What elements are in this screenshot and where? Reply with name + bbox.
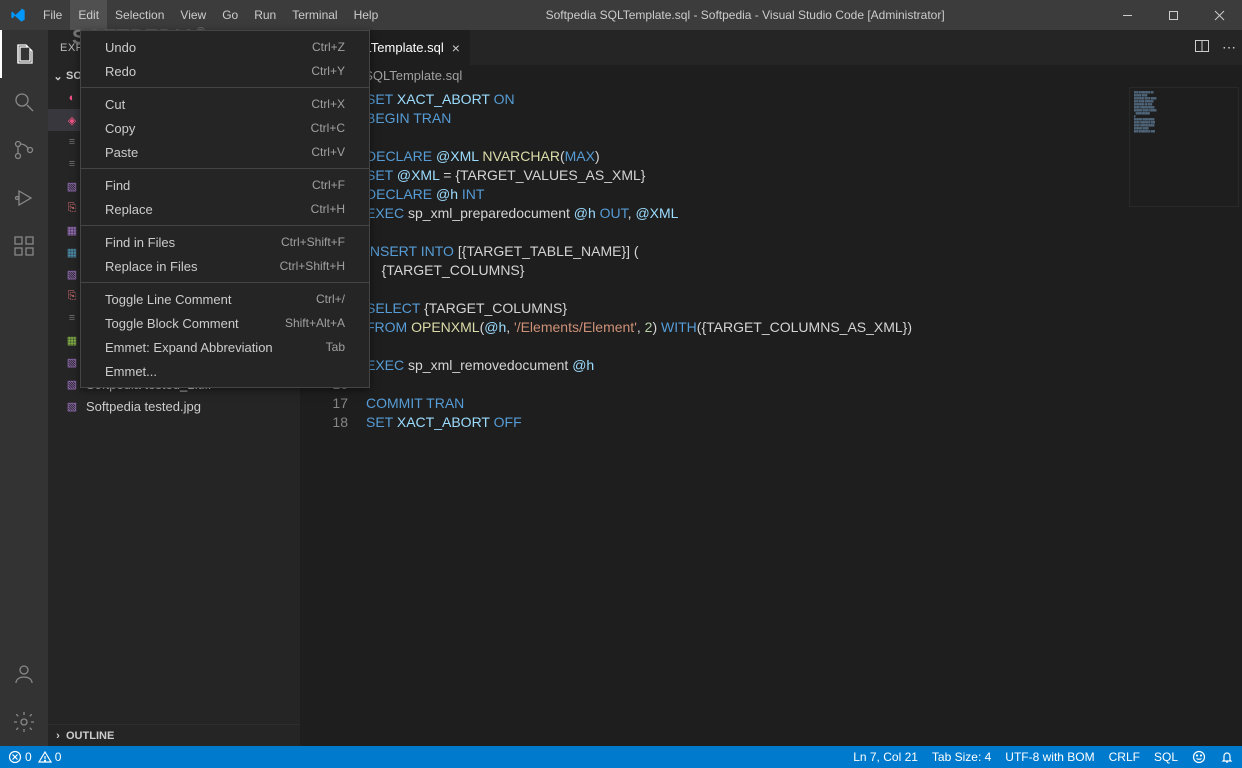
menu-bar: FileEditSelectionViewGoRunTerminalHelp bbox=[35, 0, 386, 30]
minimize-button[interactable] bbox=[1104, 0, 1150, 30]
code-content[interactable]: SET XACT_ABORT ONBEGIN TRAN DECLARE @XML… bbox=[366, 87, 1242, 746]
accounts-icon[interactable] bbox=[0, 650, 48, 698]
tabs-bar: ◈ ia SQLTemplate.sql × ⋯ bbox=[300, 30, 1242, 65]
menu-separator bbox=[81, 87, 369, 88]
menu-item-replace-in-files[interactable]: Replace in FilesCtrl+Shift+H bbox=[81, 254, 369, 278]
edit-menu: UndoCtrl+ZRedoCtrl+Y CutCtrl+XCopyCtrl+CP… bbox=[80, 30, 370, 388]
file-icon: ◈ bbox=[64, 112, 80, 128]
status-warnings[interactable]: 0 bbox=[38, 750, 62, 764]
maximize-button[interactable] bbox=[1150, 0, 1196, 30]
tab-actions: ⋯ bbox=[1194, 30, 1242, 65]
file-icon: ≡ bbox=[64, 310, 80, 326]
menu-item-paste[interactable]: PasteCtrl+V bbox=[81, 140, 369, 164]
tab-close-icon[interactable]: × bbox=[452, 41, 460, 55]
file-item[interactable]: ▧ Softpedia tested.jpg bbox=[48, 395, 300, 417]
status-tab-size[interactable]: Tab Size: 4 bbox=[932, 750, 991, 764]
menu-item-help[interactable]: Help bbox=[346, 0, 387, 30]
window-controls bbox=[1104, 0, 1242, 30]
chevron-down-icon: ⌄ bbox=[50, 70, 66, 83]
editor-more-icon[interactable]: ⋯ bbox=[1222, 39, 1236, 56]
file-icon: ▧ bbox=[64, 178, 80, 194]
menu-item-terminal[interactable]: Terminal bbox=[284, 0, 345, 30]
menu-item-emmet-[interactable]: Emmet... bbox=[81, 359, 369, 383]
status-ln-col[interactable]: Ln 7, Col 21 bbox=[853, 750, 918, 764]
menu-item-replace[interactable]: ReplaceCtrl+H bbox=[81, 197, 369, 221]
menu-item-go[interactable]: Go bbox=[214, 0, 246, 30]
menu-item-file[interactable]: File bbox=[35, 0, 70, 30]
file-icon: ▦ bbox=[64, 222, 80, 238]
menu-separator bbox=[81, 168, 369, 169]
status-encoding[interactable]: UTF-8 with BOM bbox=[1005, 750, 1094, 764]
code-editor[interactable]: 123456789101112131415161718 SET XACT_ABO… bbox=[300, 87, 1242, 746]
vscode-logo-icon bbox=[0, 7, 35, 23]
menu-item-redo[interactable]: RedoCtrl+Y bbox=[81, 59, 369, 83]
file-icon: ▧ bbox=[64, 266, 80, 282]
file-icon: ▦ bbox=[64, 244, 80, 260]
outline-label: OUTLINE bbox=[66, 730, 114, 742]
file-icon: ⎘ bbox=[64, 200, 80, 216]
window-title: Softpedia SQLTemplate.sql - Softpedia - … bbox=[386, 8, 1104, 22]
status-language[interactable]: SQL bbox=[1154, 750, 1178, 764]
feedback-icon[interactable] bbox=[1192, 750, 1206, 764]
source-control-icon[interactable] bbox=[0, 126, 48, 174]
chevron-right-icon: › bbox=[50, 730, 66, 742]
title-bar: FileEditSelectionViewGoRunTerminalHelp S… bbox=[0, 0, 1242, 30]
outline-section-header[interactable]: › OUTLINE bbox=[48, 724, 300, 746]
status-eol[interactable]: CRLF bbox=[1109, 750, 1140, 764]
file-icon: ▧ bbox=[64, 376, 80, 392]
menu-item-toggle-block-comment[interactable]: Toggle Block CommentShift+Alt+A bbox=[81, 311, 369, 335]
file-icon: ▧ bbox=[64, 354, 80, 370]
file-label: Softpedia tested.jpg bbox=[86, 399, 201, 414]
menu-item-find-in-files[interactable]: Find in FilesCtrl+Shift+F bbox=[81, 230, 369, 254]
menu-separator bbox=[81, 225, 369, 226]
status-errors[interactable]: 0 bbox=[8, 750, 32, 764]
status-bar: 0 0 Ln 7, Col 21 Tab Size: 4 UTF-8 with … bbox=[0, 746, 1242, 768]
minimap[interactable]: ███ ████████ ███████ ███████████ ████ ██… bbox=[1129, 87, 1239, 207]
menu-item-view[interactable]: View bbox=[172, 0, 214, 30]
menu-item-emmet-expand-abbreviation[interactable]: Emmet: Expand AbbreviationTab bbox=[81, 335, 369, 359]
file-icon: ⎘ bbox=[64, 288, 80, 304]
menu-item-copy[interactable]: CopyCtrl+C bbox=[81, 116, 369, 140]
menu-item-run[interactable]: Run bbox=[246, 0, 284, 30]
menu-separator bbox=[81, 282, 369, 283]
activity-bar bbox=[0, 30, 48, 746]
close-button[interactable] bbox=[1196, 0, 1242, 30]
settings-gear-icon[interactable] bbox=[0, 698, 48, 746]
file-icon: ◐ bbox=[64, 90, 80, 106]
search-icon[interactable] bbox=[0, 78, 48, 126]
split-editor-icon[interactable] bbox=[1194, 38, 1210, 57]
file-icon: ≡ bbox=[64, 156, 80, 172]
file-icon: ▦ bbox=[64, 332, 80, 348]
menu-item-toggle-line-comment[interactable]: Toggle Line CommentCtrl+/ bbox=[81, 287, 369, 311]
extensions-icon[interactable] bbox=[0, 222, 48, 270]
menu-item-cut[interactable]: CutCtrl+X bbox=[81, 92, 369, 116]
editor-area: ◈ ia SQLTemplate.sql × ⋯ ◈ edia SQLTempl… bbox=[300, 30, 1242, 746]
explorer-icon[interactable] bbox=[0, 30, 48, 78]
menu-item-selection[interactable]: Selection bbox=[107, 0, 172, 30]
run-debug-icon[interactable] bbox=[0, 174, 48, 222]
menu-item-edit[interactable]: Edit bbox=[70, 0, 107, 30]
menu-item-find[interactable]: FindCtrl+F bbox=[81, 173, 369, 197]
menu-item-undo[interactable]: UndoCtrl+Z bbox=[81, 35, 369, 59]
breadcrumb[interactable]: ◈ edia SQLTemplate.sql bbox=[300, 65, 1242, 87]
file-icon: ≡ bbox=[64, 134, 80, 150]
notifications-icon[interactable] bbox=[1220, 750, 1234, 764]
file-icon: ▧ bbox=[64, 398, 80, 414]
